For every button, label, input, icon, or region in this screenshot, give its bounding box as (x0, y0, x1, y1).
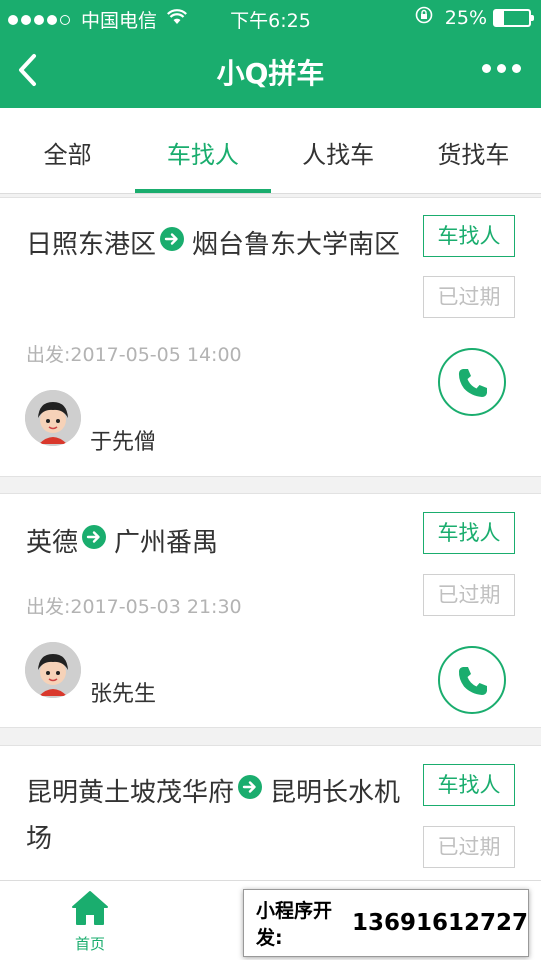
status-right: 25% (415, 6, 534, 29)
route-from: 昆明黄土坡茂华府 (26, 778, 235, 808)
route-from: 日照东港区 (26, 230, 157, 260)
avatar (25, 390, 81, 446)
watermark-number: 13691612727 (351, 910, 528, 936)
watermark-banner: 小程序开发: 13691612727 (243, 889, 529, 957)
page-title: 小Q拼车 (216, 57, 325, 90)
trip-card[interactable]: 日照东港区 烟台鲁东大学南区 车找人 已过期 出发:2017-05-05 14:0… (0, 197, 541, 477)
battery-icon (493, 8, 534, 27)
status-tag: 已过期 (423, 574, 515, 616)
trip-card[interactable]: 英德 广州番禺 车找人 已过期 出发:2017-05-03 21:30 张先生 (0, 493, 541, 728)
route-from: 英德 (26, 528, 79, 558)
nav-bar: 小Q拼车 (0, 34, 541, 108)
filter-tabs: 全部 车找人 人找车 货找车 (0, 108, 541, 194)
phone-icon (458, 667, 487, 695)
status-tag: 已过期 (423, 276, 515, 318)
home-icon (72, 891, 108, 925)
route-to: 广州番禺 (114, 528, 219, 558)
tab-people-find-car[interactable]: 人找车 (271, 108, 406, 193)
more-button[interactable] (476, 64, 521, 73)
tab-cargo-finds-car[interactable]: 货找车 (406, 108, 541, 193)
phone-icon (458, 369, 487, 397)
tabbar-home[interactable]: 首页 (55, 889, 125, 954)
avatar (25, 642, 81, 698)
call-button[interactable] (438, 348, 506, 416)
departure-time: 出发:2017-05-03 21:30 (26, 596, 242, 618)
type-tag: 车找人 (423, 215, 515, 257)
driver-name: 于先僧 (90, 430, 157, 455)
arrow-right-icon (238, 775, 263, 799)
battery-percent: 25% (444, 6, 487, 29)
status-bar: 中国电信 下午6:25 25% (0, 0, 541, 34)
rotation-lock-icon (415, 6, 433, 29)
route-to: 烟台鲁东大学南区 (192, 230, 401, 260)
watermark-label: 小程序开发: (256, 900, 333, 949)
tab-car-finds-people[interactable]: 车找人 (135, 108, 271, 193)
arrow-right-icon (82, 525, 107, 549)
status-tag: 已过期 (423, 826, 515, 868)
arrow-right-icon (160, 227, 185, 251)
type-tag: 车找人 (423, 764, 515, 806)
trip-card[interactable]: 昆明黄土坡茂华府 昆明长水机场 车找人 已过期 (0, 745, 541, 885)
type-tag: 车找人 (423, 512, 515, 554)
tab-all[interactable]: 全部 (0, 108, 135, 193)
tabbar-home-label: 首页 (74, 935, 105, 953)
call-button[interactable] (438, 646, 506, 714)
trip-route: 昆明黄土坡茂华府 昆明长水机场 (26, 770, 416, 862)
driver-name: 张先生 (90, 682, 157, 707)
departure-time: 出发:2017-05-05 14:00 (26, 344, 242, 366)
battery-fill (495, 10, 504, 25)
trip-route: 日照东港区 烟台鲁东大学南区 (26, 222, 416, 268)
trip-route: 英德 广州番禺 (26, 520, 416, 566)
